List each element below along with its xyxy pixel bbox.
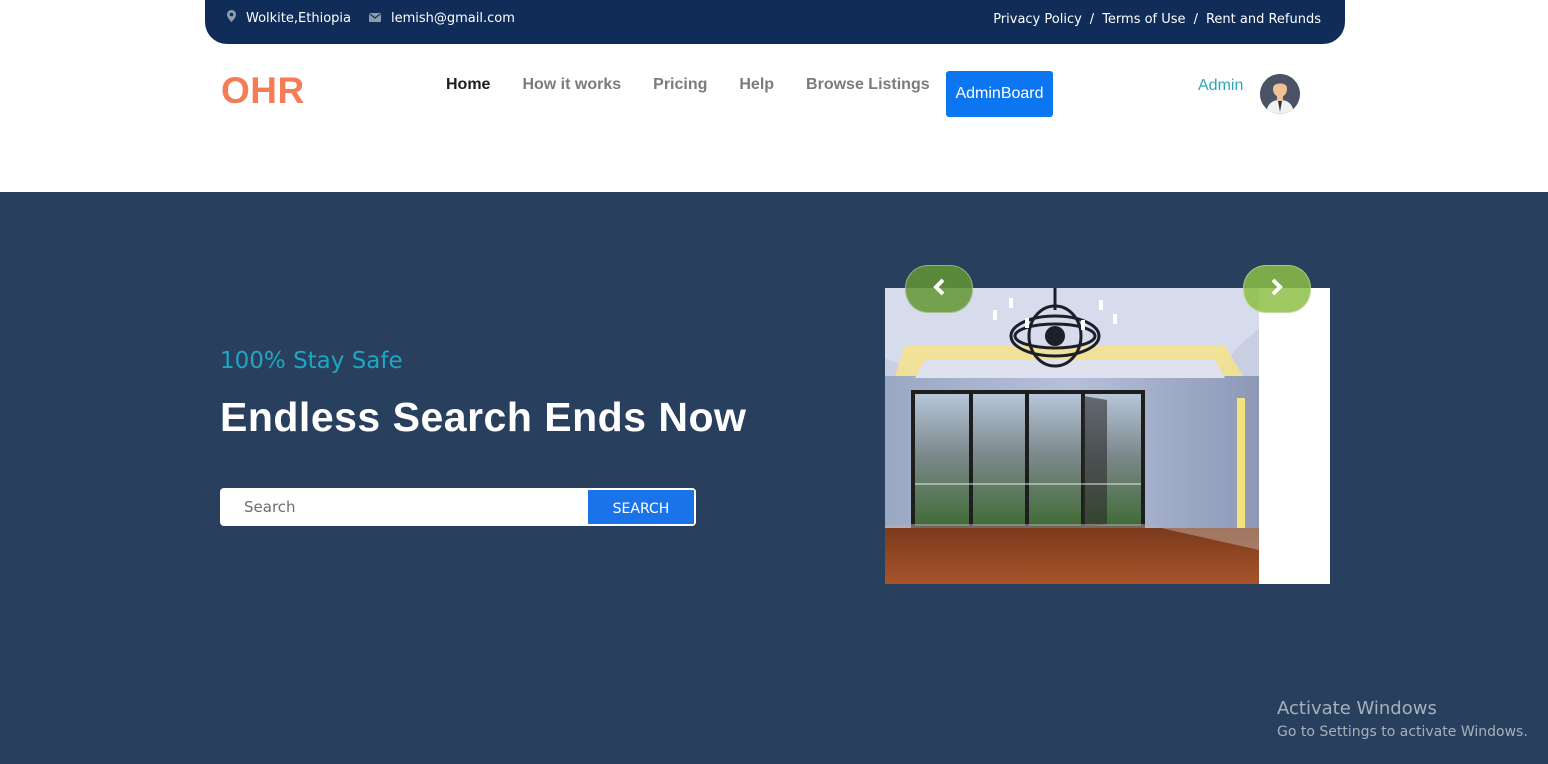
- user-avatar-icon[interactable]: [1260, 74, 1300, 114]
- contact-info: Wolkite,Ethiopia lemish@gmail.com: [227, 10, 533, 26]
- watermark-subtitle: Go to Settings to activate Windows.: [1277, 724, 1528, 740]
- carousel-prev-button[interactable]: [905, 265, 973, 313]
- nav-browse-listings[interactable]: Browse Listings: [806, 76, 930, 94]
- main-nav: Home How it works Pricing Help Browse Li…: [446, 76, 962, 94]
- search-bar: SEARCH: [220, 488, 696, 526]
- admin-board-button[interactable]: AdminBoard: [946, 71, 1053, 117]
- privacy-policy-link[interactable]: Privacy Policy: [993, 12, 1082, 27]
- email-item: lemish@gmail.com: [368, 10, 515, 26]
- link-separator: /: [1089, 12, 1095, 27]
- map-marker-icon: [227, 10, 236, 26]
- link-separator: /: [1193, 12, 1198, 27]
- carousel-next-button[interactable]: [1243, 265, 1311, 313]
- policy-links: Privacy Policy / Terms of Use / Rent and…: [993, 12, 1321, 27]
- location-item: Wolkite,Ethiopia: [227, 10, 351, 26]
- rent-and-refunds-link[interactable]: Rent and Refunds: [1206, 12, 1321, 27]
- nav-help[interactable]: Help: [739, 76, 774, 94]
- hero-headline: Endless Search Ends Now: [220, 394, 747, 440]
- search-button[interactable]: SEARCH: [588, 490, 694, 524]
- user-name-link[interactable]: Admin: [1198, 77, 1243, 95]
- nav-home[interactable]: Home: [446, 76, 490, 94]
- hero-tagline: 100% Stay Safe: [220, 348, 403, 374]
- search-input[interactable]: [220, 488, 586, 526]
- location-text: Wolkite,Ethiopia: [246, 10, 351, 26]
- terms-of-use-link[interactable]: Terms of Use: [1102, 12, 1185, 27]
- envelope-icon: [368, 11, 381, 26]
- carousel-slide-apartment-image[interactable]: [885, 288, 1259, 584]
- listing-carousel: [885, 288, 1330, 584]
- chevron-left-icon: [932, 276, 946, 302]
- nav-pricing[interactable]: Pricing: [653, 76, 707, 94]
- chevron-right-icon: [1270, 276, 1284, 302]
- watermark-title: Activate Windows: [1277, 698, 1437, 719]
- top-bar: Wolkite,Ethiopia lemish@gmail.com Privac…: [205, 0, 1345, 44]
- email-text: lemish@gmail.com: [390, 10, 515, 26]
- nav-how-it-works[interactable]: How it works: [522, 76, 621, 94]
- site-logo[interactable]: OHR: [221, 70, 305, 112]
- windows-activation-watermark: Activate Windows Go to Settings to activ…: [1277, 698, 1528, 740]
